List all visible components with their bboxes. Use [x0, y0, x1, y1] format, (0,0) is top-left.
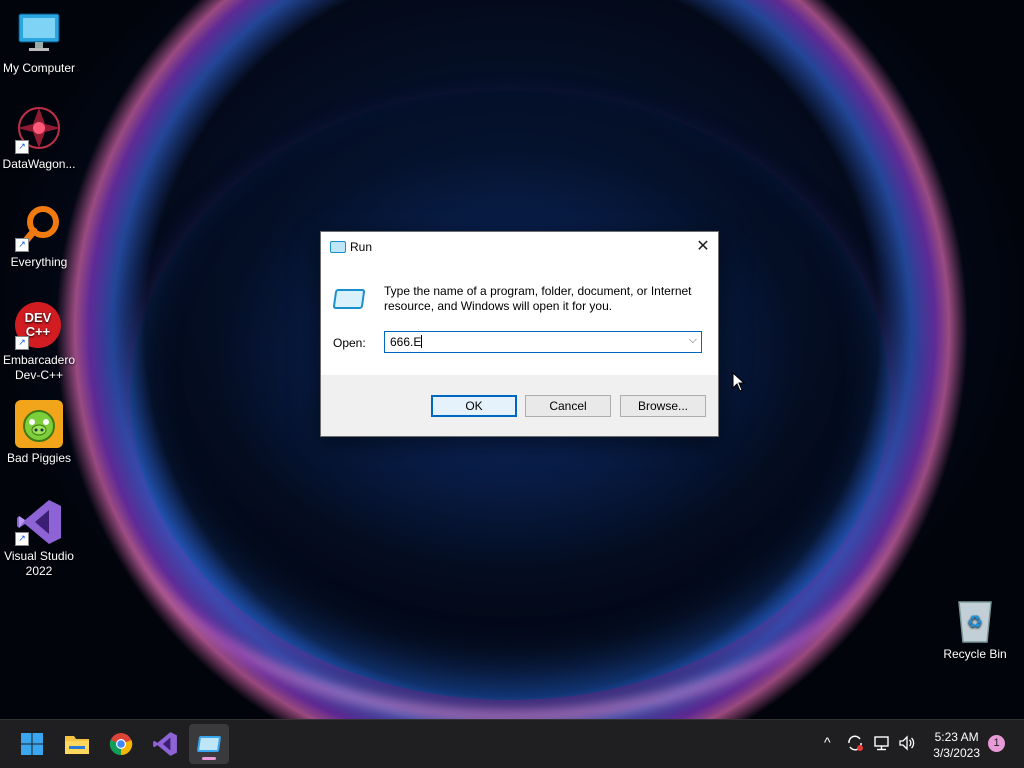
bad-piggies-icon	[15, 400, 63, 448]
clock[interactable]: 5:23 AM 3/3/2023	[933, 729, 980, 761]
desktop-icon-datawagon[interactable]: ↗ DataWagon...	[0, 106, 78, 172]
shortcut-arrow-icon: ↗	[15, 336, 29, 350]
open-input-value: 666.E	[390, 335, 422, 349]
chevron-down-icon[interactable]: ⌵	[689, 334, 697, 347]
clock-time: 5:23 AM	[934, 730, 979, 744]
desktop-icon-label: My Computer	[2, 61, 76, 75]
desktop-icon-label: Embarcadero Dev-C++	[2, 353, 76, 382]
chrome-icon	[109, 733, 133, 756]
shortcut-arrow-icon: ↗	[15, 238, 29, 252]
desktop-icon-my-computer[interactable]: My Computer	[0, 10, 78, 76]
browse-button[interactable]: Browse...	[620, 395, 706, 417]
visual-studio-icon	[153, 732, 177, 756]
network-icon[interactable]	[873, 734, 891, 755]
taskbar-visual-studio[interactable]	[149, 728, 181, 760]
desktop-icon-label: DataWagon...	[2, 157, 76, 171]
open-label: Open:	[333, 336, 366, 350]
desktop-icon-label: Visual Studio 2022	[4, 549, 74, 578]
text-caret	[421, 335, 423, 348]
show-hidden-icons-button[interactable]: ^	[824, 734, 831, 750]
datawagon-icon: ↗	[15, 106, 63, 154]
taskbar-run[interactable]	[189, 724, 229, 764]
volume-icon[interactable]	[898, 734, 916, 755]
run-icon	[196, 736, 222, 752]
desktop-icon-label: Bad Piggies	[6, 451, 72, 465]
monitor-icon	[15, 10, 63, 58]
start-button[interactable]	[16, 728, 48, 760]
desktop-icon-label: Recycle Bin	[943, 647, 1007, 661]
run-titlebar[interactable]: Run ✕	[321, 232, 718, 262]
run-icon	[330, 241, 346, 253]
taskbar-chrome[interactable]	[105, 728, 137, 760]
desktop-icon-label: Everything	[10, 255, 68, 269]
windows-start-icon	[21, 733, 43, 755]
folder-icon	[65, 736, 89, 754]
run-dialog: Run ✕ Type the name of a program, folder…	[320, 231, 719, 437]
desktop-icon-recycle-bin[interactable]: ♻ Recycle Bin	[936, 596, 1014, 662]
taskbar-file-explorer[interactable]	[61, 728, 93, 760]
run-button-bar: OK Cancel Browse...	[321, 375, 718, 436]
run-program-icon	[332, 289, 366, 309]
ok-button[interactable]: OK	[431, 395, 517, 417]
shortcut-arrow-icon: ↗	[15, 532, 29, 546]
desktop-icon-visual-studio[interactable]: ↗ Visual Studio 2022	[0, 498, 78, 579]
desktop-icon-everything[interactable]: ↗ Everything	[0, 204, 78, 270]
visual-studio-icon: ↗	[15, 498, 63, 546]
open-input[interactable]: 666.E	[390, 335, 423, 349]
clock-date: 3/3/2023	[933, 746, 980, 760]
window-title: Run	[350, 240, 373, 254]
run-description: Type the name of a program, folder, docu…	[384, 284, 692, 313]
cancel-button[interactable]: Cancel	[525, 395, 611, 417]
recycle-bin-icon: ♻	[951, 596, 999, 644]
desktop-icon-bad-piggies[interactable]: Bad Piggies	[0, 400, 78, 466]
everything-search-icon: ↗	[15, 204, 63, 252]
devcpp-icon: DEV C++ ↗	[15, 302, 63, 350]
desktop-icon-devcpp[interactable]: DEV C++ ↗ Embarcadero Dev-C++	[0, 302, 78, 383]
svg-text:♻: ♻	[967, 612, 983, 633]
sync-icon[interactable]	[846, 734, 864, 755]
open-combobox[interactable]: 666.E ⌵	[384, 331, 702, 353]
mouse-cursor-icon	[732, 371, 746, 397]
active-indicator	[202, 757, 216, 760]
taskbar: ^ 5:23 AM 3/3/2023 1	[0, 719, 1024, 768]
close-button[interactable]: ✕	[688, 232, 718, 262]
shortcut-arrow-icon: ↗	[15, 140, 29, 154]
notification-badge[interactable]: 1	[988, 735, 1005, 752]
